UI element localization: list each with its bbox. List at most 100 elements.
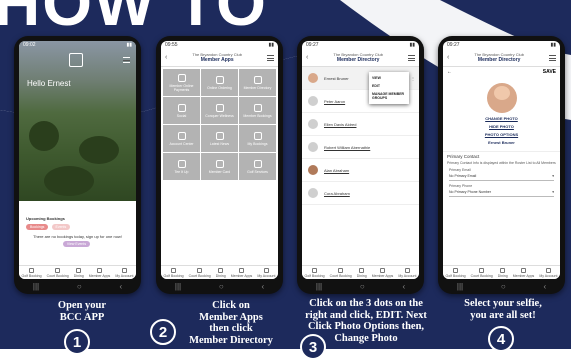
account-icon: [121, 267, 127, 273]
email-value: No Primary Email: [449, 174, 477, 178]
status-bar: 09:55 ▮▮: [165, 42, 274, 48]
back-icon[interactable]: ‹: [306, 54, 308, 61]
list-item[interactable]: Cora Abraham: [302, 182, 419, 205]
tile[interactable]: Member Online Payments: [163, 69, 200, 96]
tile[interactable]: Account Center: [163, 125, 200, 152]
tab-bar: Golf Booking Court Booking Dining Member…: [443, 265, 560, 279]
app-header: ‹ The Bryandon Country Club Member Direct…: [443, 49, 560, 67]
tab-my-account[interactable]: My Account: [115, 267, 133, 278]
club-logo-icon: [69, 53, 83, 67]
menu-item-manage-groups[interactable]: MANAGE MEMBER GROUPS: [372, 90, 406, 102]
section-heading: Primary Contact: [443, 151, 560, 161]
tab-member-apps[interactable]: Member Apps: [513, 267, 534, 278]
avatar: [308, 73, 318, 83]
tab-dining[interactable]: Dining: [498, 267, 508, 278]
view-events-button[interactable]: View Events: [62, 241, 91, 247]
avatar: [308, 188, 318, 198]
context-menu: VIEW EDIT MANAGE MEMBER GROUPS: [369, 72, 409, 104]
list-item[interactable]: Alan Abraham: [302, 159, 419, 182]
dining-icon: [76, 267, 82, 273]
tab-my-account[interactable]: My Account: [398, 267, 416, 278]
hide-photo-link[interactable]: HIDE PHOTO: [443, 124, 560, 129]
tab-golf-booking[interactable]: Golf Booking: [446, 267, 466, 278]
menu-item-edit[interactable]: EDIT: [372, 82, 406, 90]
android-nav: ||| ○ ‹: [456, 282, 547, 291]
email-field[interactable]: Primary Email No Primary Email ▾: [449, 168, 554, 181]
avatar: [308, 119, 318, 129]
step-number-1: 1: [64, 329, 90, 355]
tab-member-apps[interactable]: Member Apps: [89, 267, 110, 278]
tile[interactable]: Tee It Up: [163, 153, 200, 180]
phone-1: 09:02 ▮▮ Hello Ernest Upcoming Bookings B…: [14, 36, 141, 294]
tab-member-apps[interactable]: Member Apps: [372, 267, 393, 278]
save-button[interactable]: SAVE: [543, 69, 556, 75]
court-icon: [55, 267, 61, 273]
menu-item-view[interactable]: VIEW: [372, 74, 406, 82]
tab-my-account[interactable]: My Account: [257, 267, 275, 278]
page-title: Member Directory: [477, 57, 521, 63]
tab-court-booking[interactable]: Court Booking: [47, 267, 69, 278]
tab-golf-booking[interactable]: Golf Booking: [164, 267, 184, 278]
phone-3-screen: 09:27 ▮▮ ‹ The Bryandon Country Club Membe…: [302, 41, 419, 279]
tile[interactable]: Online Ordering: [201, 69, 238, 96]
events-button[interactable]: Events: [51, 224, 71, 230]
menu-icon[interactable]: [123, 57, 130, 63]
avatar: [308, 165, 318, 175]
caption-step-2: Click on Member Apps then click Member D…: [189, 300, 273, 346]
tab-dining[interactable]: Dining: [74, 267, 84, 278]
tab-my-account[interactable]: My Account: [539, 267, 557, 278]
tab-court-booking[interactable]: Court Booking: [471, 267, 493, 278]
status-bar: 09:02 ▮▮: [23, 42, 132, 48]
tab-golf-booking[interactable]: Golf Booking: [305, 267, 325, 278]
app-header: ‹ The Bryandon Country Club Member Direct…: [302, 49, 419, 67]
phone-value: No Primary Phone Number: [449, 190, 492, 194]
section-note: Primary Contact Info is displayed within…: [447, 161, 556, 165]
tab-court-booking[interactable]: Court Booking: [189, 267, 211, 278]
tile[interactable]: Member Bookings: [239, 97, 276, 124]
caption-step-4: Select your selfie, you are all set!: [464, 298, 542, 321]
more-dots-icon[interactable]: ⋮: [411, 76, 415, 81]
tab-court-booking[interactable]: Court Booking: [330, 267, 352, 278]
menu-icon[interactable]: [408, 54, 415, 61]
phone-4-screen: 09:27 ▮▮ ‹ The Bryandon Country Club Membe…: [443, 41, 560, 279]
phone-field[interactable]: Primary Phone No Primary Phone Number ▾: [449, 184, 554, 197]
tile-member-directory[interactable]: Member Directory: [239, 69, 276, 96]
bookings-button[interactable]: Bookings: [26, 224, 49, 230]
status-bar: 09:27 ▮▮: [447, 42, 556, 48]
list-item[interactable]: Ellen Davis Aldred: [302, 113, 419, 136]
tab-dining[interactable]: Dining: [216, 267, 226, 278]
tab-golf-booking[interactable]: Golf Booking: [22, 267, 42, 278]
tab-member-apps[interactable]: Member Apps: [231, 267, 252, 278]
page-title: Member Directory: [336, 57, 380, 63]
tile[interactable]: Member Card: [201, 153, 238, 180]
bookings-card: Upcoming Bookings Bookings Events There …: [23, 213, 132, 258]
chevron-down-icon: ▾: [552, 190, 554, 194]
phone-4: 09:27 ▮▮ ‹ The Bryandon Country Club Membe…: [438, 36, 565, 294]
step-number-4: 4: [488, 326, 514, 352]
tile[interactable]: Golf Services: [239, 153, 276, 180]
bookings-title: Upcoming Bookings: [26, 216, 65, 221]
phone-2: 09:55 ▮▮ ‹ The Bryandon Country Club Membe…: [156, 36, 283, 294]
back-icon[interactable]: ‹: [165, 54, 167, 61]
photo-options-link[interactable]: PHOTO OPTIONS: [443, 132, 560, 137]
profile-photo: [486, 83, 517, 113]
tab-dining[interactable]: Dining: [357, 267, 367, 278]
android-nav: ||| ○ ‹: [32, 282, 123, 291]
avatar: [308, 96, 318, 106]
android-nav: ||| ○ ‹: [174, 282, 265, 291]
back-icon[interactable]: ‹: [447, 54, 449, 61]
tile[interactable]: Latest News: [201, 125, 238, 152]
change-photo-link[interactable]: CHANGE PHOTO: [443, 116, 560, 121]
app-header: ‹ The Bryandon Country Club Member Apps: [161, 49, 278, 67]
tab-bar: Golf Booking Court Booking Dining Member…: [302, 265, 419, 279]
back-arrow-icon[interactable]: ←: [447, 69, 452, 75]
avatar: [308, 142, 318, 152]
tile[interactable]: My Bookings: [239, 125, 276, 152]
tile[interactable]: Social: [163, 97, 200, 124]
page-title: Member Apps: [200, 57, 234, 63]
step-number-2: 2: [150, 319, 176, 345]
tile[interactable]: Conquer Wellness: [201, 97, 238, 124]
menu-icon[interactable]: [267, 54, 274, 61]
menu-icon[interactable]: [549, 54, 556, 61]
list-item[interactable]: Robert William Abernathie: [302, 136, 419, 159]
